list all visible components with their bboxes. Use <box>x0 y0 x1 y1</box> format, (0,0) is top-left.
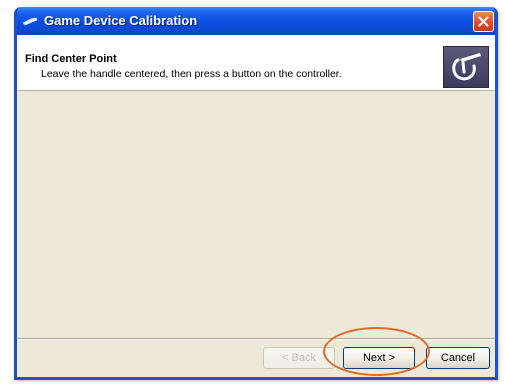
close-button[interactable] <box>473 11 494 32</box>
close-icon <box>478 16 489 27</box>
title-bar[interactable]: Game Device Calibration <box>17 7 495 35</box>
back-button[interactable]: < Back <box>263 347 335 369</box>
window-title: Game Device Calibration <box>44 13 198 28</box>
game-controller-icon <box>22 17 38 26</box>
wizard-content-area <box>17 91 495 335</box>
wizard-header: Find Center Point Leave the handle cente… <box>17 35 495 91</box>
calibration-dialog: Game Device Calibration Find Center Poin… <box>14 7 498 380</box>
cancel-button[interactable]: Cancel <box>426 347 490 369</box>
footer-divider <box>17 338 495 340</box>
next-button[interactable]: Next > <box>343 347 415 369</box>
joystick-icon <box>443 46 489 88</box>
page-title: Find Center Point <box>25 53 117 65</box>
page-subtitle: Leave the handle centered, then press a … <box>41 68 342 80</box>
